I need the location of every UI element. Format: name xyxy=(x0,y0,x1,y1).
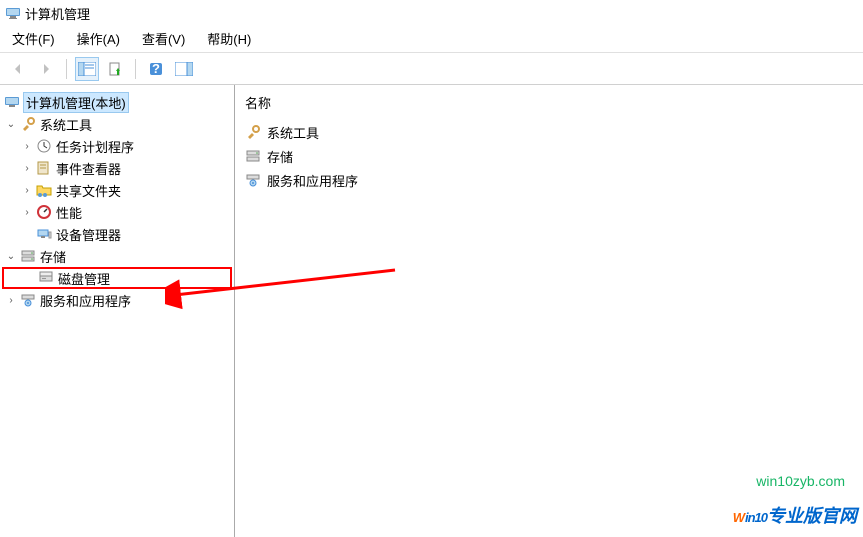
brand-letter-w: W xyxy=(733,510,745,525)
tree-storage[interactable]: ⌄ 存储 xyxy=(2,245,232,267)
tree-label: 服务和应用程序 xyxy=(40,291,131,310)
toolbar-separator xyxy=(66,59,67,79)
expand-icon[interactable]: › xyxy=(4,293,18,307)
list-item-label: 系统工具 xyxy=(267,123,319,142)
performance-icon xyxy=(36,204,52,220)
toolbar-separator-2 xyxy=(135,59,136,79)
tree-label: 设备管理器 xyxy=(56,225,121,244)
title-bar: 计算机管理 xyxy=(0,0,863,26)
disk-icon xyxy=(38,270,54,286)
list-item[interactable]: 系统工具 xyxy=(245,120,853,144)
collapse-icon[interactable]: ⌄ xyxy=(4,249,18,263)
menu-help[interactable]: 帮助(H) xyxy=(203,27,255,50)
show-action-pane-button[interactable] xyxy=(172,57,196,81)
column-header-name[interactable]: 名称 xyxy=(245,91,853,120)
brand-logo: Win10专业版官网 xyxy=(733,493,857,530)
back-button[interactable] xyxy=(6,57,30,81)
show-hide-tree-button[interactable] xyxy=(75,57,99,81)
list-item[interactable]: 服务和应用程序 xyxy=(245,168,853,192)
tools-icon xyxy=(20,116,36,132)
forward-button[interactable] xyxy=(34,57,58,81)
tree-label: 共享文件夹 xyxy=(56,181,121,200)
tree-root-node[interactable]: 计算机管理(本地) xyxy=(2,91,232,113)
toolbar: ? xyxy=(0,53,863,85)
tree-shared-folders[interactable]: › 共享文件夹 xyxy=(2,179,232,201)
window-title: 计算机管理 xyxy=(25,4,90,23)
shared-folder-icon xyxy=(36,182,52,198)
menu-action[interactable]: 操作(A) xyxy=(73,27,124,50)
event-log-icon xyxy=(36,160,52,176)
menu-bar: 文件(F) 操作(A) 查看(V) 帮助(H) xyxy=(0,26,863,50)
expand-icon[interactable]: › xyxy=(20,205,34,219)
tree-label: 性能 xyxy=(56,203,82,222)
main-area: 计算机管理(本地) ⌄ 系统工具 › 任务计划程序 › xyxy=(0,85,863,537)
tree-device-manager[interactable]: › 设备管理器 xyxy=(2,223,232,245)
tree-event-viewer[interactable]: › 事件查看器 xyxy=(2,157,232,179)
brand-text-cn: 专业版官网 xyxy=(767,506,857,526)
expand-icon[interactable]: › xyxy=(20,139,34,153)
expand-icon[interactable]: › xyxy=(20,183,34,197)
tree-services-apps[interactable]: › 服务和应用程序 xyxy=(2,289,232,311)
storage-icon xyxy=(245,148,261,164)
tree-label: 磁盘管理 xyxy=(58,269,110,288)
tree-performance[interactable]: › 性能 xyxy=(2,201,232,223)
export-list-button[interactable] xyxy=(103,57,127,81)
tree-label: 任务计划程序 xyxy=(56,137,134,156)
brand-text-in10: in10 xyxy=(745,510,767,525)
content-panel: 名称 系统工具 存储 服务和应用程序 xyxy=(235,85,863,537)
services-icon xyxy=(20,292,36,308)
tree-root-label: 计算机管理(本地) xyxy=(24,93,128,112)
tree-label: 系统工具 xyxy=(40,115,92,134)
tree-disk-management[interactable]: › 磁盘管理 xyxy=(2,267,232,289)
tree-label: 事件查看器 xyxy=(56,159,121,178)
tree-system-tools[interactable]: ⌄ 系统工具 xyxy=(2,113,232,135)
expand-icon[interactable]: › xyxy=(20,161,34,175)
computer-management-icon xyxy=(5,5,21,21)
menu-file[interactable]: 文件(F) xyxy=(8,27,59,50)
watermark-url: win10zyb.com xyxy=(756,473,845,489)
list-item-label: 存储 xyxy=(267,147,293,166)
services-icon xyxy=(245,172,261,188)
list-item[interactable]: 存储 xyxy=(245,144,853,168)
svg-text:?: ? xyxy=(152,61,160,76)
list-item-label: 服务和应用程序 xyxy=(267,171,358,190)
storage-icon xyxy=(20,248,36,264)
clock-icon xyxy=(36,138,52,154)
menu-view[interactable]: 查看(V) xyxy=(138,27,189,50)
tree-panel: 计算机管理(本地) ⌄ 系统工具 › 任务计划程序 › xyxy=(0,85,235,537)
tree-label: 存储 xyxy=(40,247,66,266)
tools-icon xyxy=(245,124,261,140)
computer-icon xyxy=(4,94,20,110)
help-button[interactable]: ? xyxy=(144,57,168,81)
device-icon xyxy=(36,226,52,242)
tree-task-scheduler[interactable]: › 任务计划程序 xyxy=(2,135,232,157)
collapse-icon[interactable]: ⌄ xyxy=(4,117,18,131)
